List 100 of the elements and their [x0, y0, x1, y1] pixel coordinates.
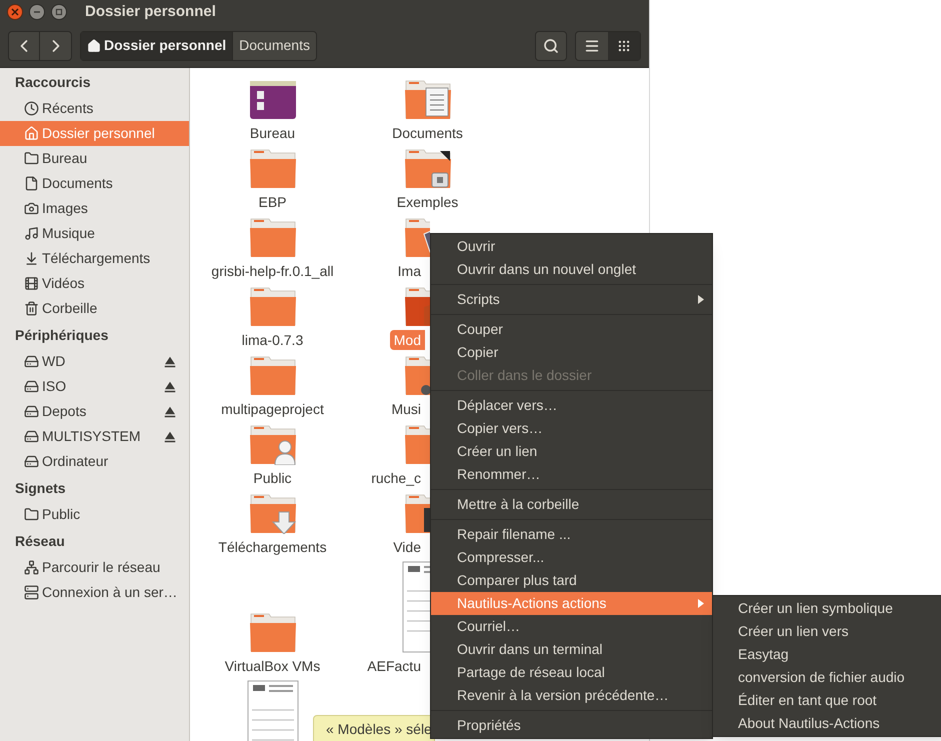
- search-button[interactable]: [535, 30, 567, 60]
- file-name[interactable]: VirtualBox VMs: [220, 656, 324, 676]
- folder-icon: [248, 354, 296, 396]
- close-icon: [11, 8, 19, 16]
- clock-icon: [24, 101, 39, 116]
- window-title: Dossier personnel: [85, 2, 216, 22]
- menu-item[interactable]: Créer un lien symbolique: [713, 597, 941, 620]
- menu-item[interactable]: Compresser...: [431, 546, 712, 569]
- file-name[interactable]: EBP: [254, 192, 290, 212]
- camera-icon: [24, 201, 39, 216]
- menu-item[interactable]: Déplacer vers…: [431, 394, 712, 417]
- folder-icon: [248, 492, 296, 534]
- maximize-button[interactable]: [51, 4, 67, 20]
- menu-item[interactable]: Renommer…: [431, 463, 712, 486]
- drive-icon: [24, 404, 39, 419]
- folder-icon: [404, 285, 430, 327]
- drive-icon: [24, 454, 39, 469]
- status-tooltip: « Modèles » séle: [313, 715, 435, 741]
- menu-item[interactable]: Ouvrir dans un terminal: [431, 638, 712, 661]
- menu-item[interactable]: Copier vers…: [431, 417, 712, 440]
- menu-item[interactable]: conversion de fichier audio: [713, 666, 941, 689]
- file-name[interactable]: Public: [249, 468, 296, 488]
- folder-icon: [404, 78, 452, 120]
- sidebar-item[interactable]: Connexion à un ser…: [0, 580, 189, 605]
- menu-item[interactable]: Créer un lien: [431, 440, 712, 463]
- trash-icon: [24, 301, 39, 316]
- menu-item[interactable]: Repair filename ...: [431, 523, 712, 546]
- folder-icon: [24, 507, 39, 522]
- folder-icon: [24, 151, 39, 166]
- file-name[interactable]: Bureau: [246, 123, 300, 143]
- menu-item[interactable]: Éditer en tant que root: [713, 689, 941, 712]
- list-icon: [584, 38, 600, 54]
- server-icon: [24, 585, 39, 600]
- menu-item[interactable]: Mettre à la corbeille: [431, 493, 712, 516]
- sidebar-item[interactable]: Récents: [0, 96, 189, 121]
- folder-icon: [404, 147, 452, 189]
- desktop-icon: [248, 80, 296, 120]
- menu-item[interactable]: Ouvrir dans un nouvel onglet: [431, 258, 712, 281]
- minimize-button[interactable]: [29, 4, 45, 20]
- file-name[interactable]: Exemples: [392, 192, 462, 212]
- sidebar-item[interactable]: Musique: [0, 221, 189, 246]
- file-name[interactable]: Vide: [389, 537, 425, 557]
- folder-icon: [404, 423, 430, 465]
- file-name[interactable]: Ima: [394, 261, 425, 281]
- sidebar-item[interactable]: Vidéos: [0, 271, 189, 296]
- home-icon: [24, 126, 39, 141]
- sidebar-item[interactable]: Documents: [0, 171, 189, 196]
- sidebar-item[interactable]: Ordinateur: [0, 449, 189, 474]
- minimize-icon: [33, 11, 41, 13]
- home-icon: [87, 38, 101, 52]
- music-note-icon: [24, 226, 39, 241]
- menu-item[interactable]: Revenir à la version précédente…: [431, 684, 712, 707]
- folder-icon: [248, 611, 296, 653]
- drive-icon: [24, 429, 39, 444]
- file-name[interactable]: ruche_c: [367, 468, 425, 488]
- sidebar-item[interactable]: MULTISYSTEM: [0, 424, 189, 449]
- sidebar-item[interactable]: Corbeille: [0, 296, 189, 321]
- sidebar-item[interactable]: Public: [0, 502, 189, 527]
- sidebar-item[interactable]: Parcourir le réseau: [0, 555, 189, 580]
- file-name[interactable]: AEFactu: [363, 656, 425, 676]
- sidebar-item[interactable]: Téléchargements: [0, 246, 189, 271]
- path-button[interactable]: Dossier personnel: [81, 32, 232, 60]
- maximize-icon: [55, 8, 63, 16]
- menu-item[interactable]: Easytag: [713, 643, 941, 666]
- network-icon: [24, 560, 39, 575]
- sidebar-item[interactable]: WD: [0, 349, 189, 374]
- file-name[interactable]: multipageproject: [217, 399, 328, 419]
- folder-icon: [248, 216, 296, 258]
- menu-item[interactable]: Couper: [431, 318, 712, 341]
- file-icon: [24, 176, 39, 191]
- menu-item[interactable]: Copier: [431, 341, 712, 364]
- sidebar-item[interactable]: Depots: [0, 399, 189, 424]
- menu-item[interactable]: Créer un lien vers: [713, 620, 941, 643]
- film-icon: [24, 276, 39, 291]
- close-button[interactable]: [7, 4, 23, 20]
- menu-item[interactable]: Partage de réseau local: [431, 661, 712, 684]
- file-name[interactable]: grisbi-help-fr.0.1_all: [207, 261, 338, 281]
- document-thumbnail-icon: [402, 561, 430, 653]
- folder-icon: [404, 354, 430, 396]
- menu-item[interactable]: Courriel…: [431, 615, 712, 638]
- sidebar-item[interactable]: Bureau: [0, 146, 189, 171]
- file-name[interactable]: Documents: [388, 123, 467, 143]
- download-icon: [24, 251, 39, 266]
- sidebar-item[interactable]: Images: [0, 196, 189, 221]
- menu-item[interactable]: Ouvrir: [431, 235, 712, 258]
- sidebar-item[interactable]: ISO: [0, 374, 189, 399]
- menu-item[interactable]: Comparer plus tard: [431, 569, 712, 592]
- drive-icon: [24, 379, 39, 394]
- file-name[interactable]: lima-0.7.3: [238, 330, 308, 350]
- sidebar-heading: Signets: [14, 478, 67, 498]
- file-name[interactable]: Musi: [387, 399, 425, 419]
- menu-item[interactable]: Scripts: [431, 288, 712, 311]
- folder-icon: [248, 423, 296, 465]
- folder-icon: [248, 285, 296, 327]
- grid-view-button[interactable]: [608, 32, 640, 60]
- file-name[interactable]: Téléchargements: [214, 537, 331, 557]
- path-button[interactable]: Documents: [232, 32, 316, 60]
- folder-icon: [248, 147, 296, 189]
- grid-icon: [617, 38, 631, 52]
- menu-item[interactable]: About Nautilus-Actions: [713, 712, 941, 735]
